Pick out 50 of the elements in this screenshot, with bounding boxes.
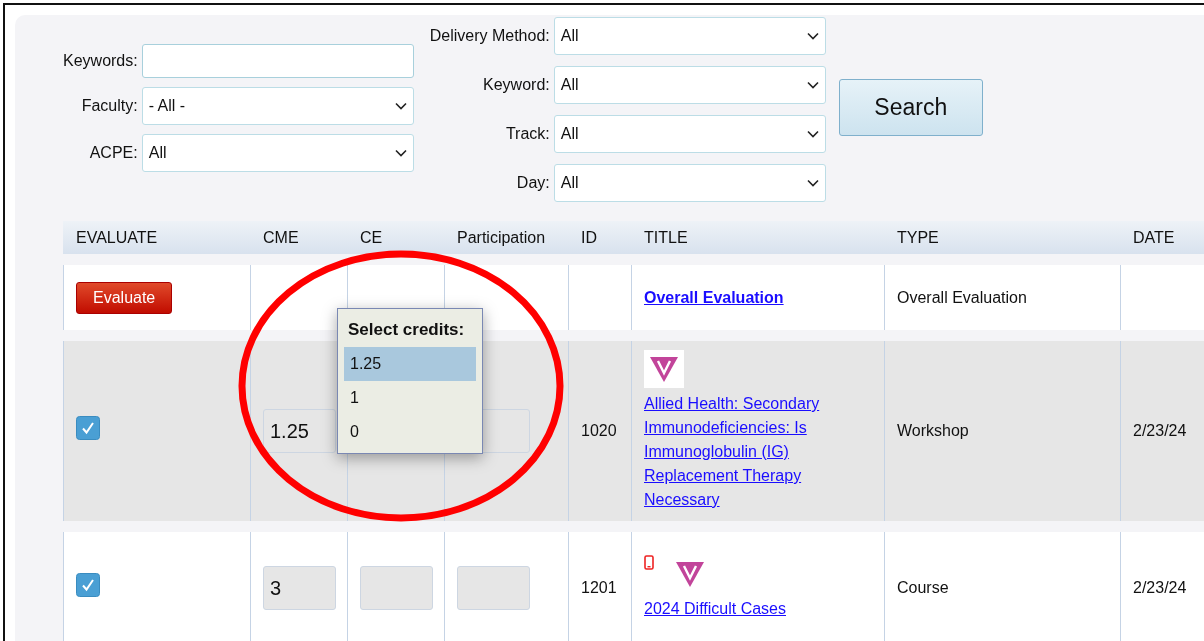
field-label: Keyword: bbox=[482, 75, 550, 95]
column-header: CE bbox=[347, 221, 444, 254]
field-label: ACPE: bbox=[88, 143, 138, 163]
caret-icon bbox=[806, 81, 819, 89]
dropdown-option[interactable]: 1 bbox=[344, 380, 476, 415]
phone-icon bbox=[644, 555, 654, 570]
select-field[interactable]: All bbox=[553, 115, 826, 153]
dropdown-option[interactable]: 1.25 bbox=[344, 346, 476, 381]
keywords-field[interactable] bbox=[141, 44, 414, 78]
title-link[interactable]: 2024 Difficult Cases bbox=[644, 597, 872, 621]
table-cell: 1201 bbox=[581, 579, 617, 596]
column-header: CME bbox=[250, 221, 347, 254]
field-label: Delivery Method: bbox=[429, 26, 550, 46]
caret-icon bbox=[394, 102, 407, 110]
field-label: Track: bbox=[504, 124, 550, 144]
search-button[interactable]: Search bbox=[838, 79, 983, 136]
column-header: ID bbox=[568, 221, 631, 254]
select-field[interactable]: All bbox=[553, 66, 826, 104]
table-cell: Course bbox=[897, 579, 949, 596]
field-label: Day: bbox=[515, 173, 550, 193]
caret-icon bbox=[394, 149, 407, 157]
dropdown-title: Select credits: bbox=[347, 319, 466, 341]
credit-field[interactable]: 1.25 bbox=[263, 409, 336, 453]
table-cell: 2/23/24 bbox=[1133, 579, 1187, 596]
field-label: Keywords: bbox=[63, 51, 138, 71]
select-field[interactable]: - All - bbox=[141, 87, 414, 125]
table-cell: Workshop bbox=[897, 422, 969, 439]
column-header: EVALUATE bbox=[63, 221, 250, 254]
select-field[interactable]: All bbox=[553, 17, 826, 55]
credit-field[interactable] bbox=[360, 566, 433, 610]
table-cell: 2/23/24 bbox=[1133, 422, 1187, 439]
select-field[interactable]: All bbox=[141, 134, 414, 172]
dropdown-option[interactable]: 0 bbox=[344, 414, 476, 449]
caret-icon bbox=[806, 32, 819, 40]
checkbox[interactable] bbox=[76, 415, 100, 440]
field-label: Faculty: bbox=[80, 96, 138, 116]
credit-field[interactable]: 3 bbox=[263, 566, 336, 610]
column-header: Participation bbox=[444, 221, 568, 254]
checkbox[interactable] bbox=[76, 572, 100, 597]
v-logo-icon bbox=[644, 350, 684, 388]
column-header: DATE bbox=[1120, 221, 1204, 254]
table-cell: 1020 bbox=[581, 422, 617, 439]
evaluate-button[interactable]: Evaluate bbox=[76, 281, 173, 314]
select-field[interactable]: All bbox=[553, 164, 826, 202]
credit-field[interactable] bbox=[457, 566, 530, 610]
caret-icon bbox=[806, 179, 819, 187]
table-cell: Overall Evaluation bbox=[897, 288, 1027, 306]
column-header: TYPE bbox=[884, 221, 1120, 254]
column-header: TITLE bbox=[631, 221, 884, 254]
caret-icon bbox=[806, 130, 819, 138]
